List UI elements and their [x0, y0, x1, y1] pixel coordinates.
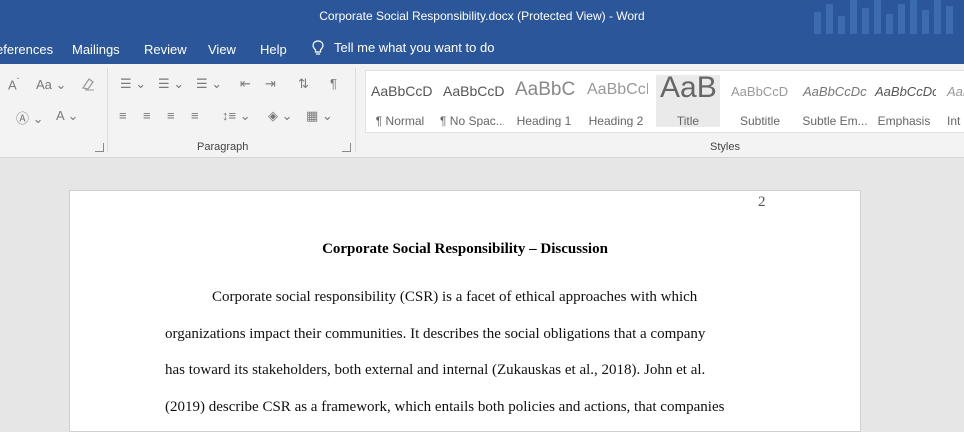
numbering-icon[interactable]: ☰ ⌄ [158, 76, 184, 92]
style-preview: AaBbCcDc [443, 83, 504, 99]
style-name: Int [947, 114, 961, 127]
styles-group-label: Styles [710, 141, 740, 153]
document-page[interactable]: 2 Corporate Social Responsibility – Disc… [69, 190, 861, 432]
style-intense-emphasis[interactable]: AaBbCcDc Int [944, 75, 964, 127]
paragraph-dialog-launcher-icon[interactable] [342, 143, 351, 152]
styles-gallery: AaBbCcDc ¶ Normal AaBbCcDc ¶ No Spac... … [365, 70, 964, 133]
tab-review[interactable]: Review [144, 42, 187, 57]
style-normal[interactable]: AaBbCcDc ¶ Normal [368, 75, 432, 127]
tab-help[interactable]: Help [260, 42, 287, 57]
style-subtitle[interactable]: AaBbCcD Subtitle [728, 75, 792, 127]
style-preview: AaBbCcDc [875, 84, 936, 99]
change-case-button[interactable]: Aa ⌄ [36, 77, 66, 93]
ribbon: Aˇ Aa ⌄ Ⓐ ⌄ A ⌄ ☰ ⌄ ☰ ⌄ ☰ ⌄ ⇤ ⇥ ⇅ ¶ ≡ ≡ … [0, 64, 964, 158]
justify-icon[interactable]: ≡ [191, 108, 199, 123]
align-center-icon[interactable]: ≡ [143, 108, 151, 123]
style-preview: AaBbCcD [587, 81, 648, 98]
change-case-label: Aa [36, 77, 52, 92]
decrease-indent-icon[interactable]: ⇤ [240, 76, 251, 92]
style-heading-1[interactable]: AaBbCc Heading 1 [512, 75, 576, 127]
style-preview: AaBbCcDc [947, 84, 964, 99]
style-name: Emphasis [877, 114, 931, 127]
tab-view[interactable]: View [208, 42, 236, 57]
style-no-spacing[interactable]: AaBbCcDc ¶ No Spac... [440, 75, 504, 127]
text-effects-icon[interactable]: Ⓐ ⌄ [16, 108, 44, 127]
style-title[interactable]: AaB Title [656, 75, 720, 127]
paragraph-line: Corporate social responsibility (CSR) is… [212, 289, 698, 305]
multilevel-list-icon[interactable]: ☰ ⌄ [196, 76, 222, 92]
page-number: 2 [758, 194, 766, 210]
paragraph-line: (2019) describe CSR as a framework, whic… [165, 399, 725, 415]
style-name: Heading 1 [516, 114, 572, 127]
style-preview: AaBbCc [515, 79, 576, 100]
ribbon-tab-bar: eferences Mailings Review View Help Tell… [0, 34, 964, 64]
title-bar: Corporate Social Responsibility.docx (Pr… [0, 0, 964, 34]
font-color-label: A [56, 108, 64, 123]
style-name: ¶ No Spac... [440, 114, 504, 127]
style-preview: AaBbCcDc [371, 83, 432, 99]
increase-indent-icon[interactable]: ⇥ [265, 76, 276, 92]
group-divider [107, 68, 108, 152]
shading-icon[interactable]: ◈ ⌄ [268, 108, 293, 124]
style-preview: AaB [660, 75, 717, 104]
borders-icon[interactable]: ▦ ⌄ [306, 108, 333, 124]
paragraph-group-label: Paragraph [197, 141, 249, 153]
paragraph-line: organizations impact their communities. … [165, 326, 706, 342]
style-preview: AaBbCcD [731, 84, 789, 99]
tell-me-search[interactable]: Tell me what you want to do [312, 39, 494, 56]
style-name: ¶ Normal [375, 114, 425, 127]
line-spacing-icon[interactable]: ↕≡ ⌄ [222, 108, 251, 124]
font-color-button[interactable]: A ⌄ [56, 108, 78, 124]
style-name: Title [676, 114, 700, 127]
style-emphasis[interactable]: AaBbCcDc Emphasis [872, 75, 936, 127]
clear-formatting-icon[interactable] [80, 76, 96, 95]
lightbulb-icon [312, 39, 324, 55]
style-name: Heading 2 [588, 114, 644, 127]
style-name: Subtitle [739, 114, 781, 127]
align-right-icon[interactable]: ≡ [167, 108, 175, 123]
align-left-icon[interactable]: ≡ [119, 108, 127, 123]
font-dialog-launcher-icon[interactable] [95, 143, 104, 152]
title-bar-pattern [814, 0, 964, 34]
tell-me-label: Tell me what you want to do [334, 40, 495, 56]
style-name: Subtle Em... [802, 114, 868, 127]
group-divider [355, 68, 356, 152]
document-heading: Corporate Social Responsibility – Discus… [322, 241, 608, 257]
tab-mailings[interactable]: Mailings [72, 42, 120, 57]
grow-font-icon[interactable]: Aˇ [8, 77, 19, 92]
style-preview: AaBbCcDc [803, 84, 867, 99]
style-subtle-emphasis[interactable]: AaBbCcDc Subtle Em... [800, 75, 870, 127]
sort-icon[interactable]: ⇅ [298, 76, 309, 92]
paragraph-line: has toward its stakeholders, both extern… [165, 362, 706, 378]
tab-references[interactable]: eferences [0, 42, 53, 57]
show-formatting-marks-icon[interactable]: ¶ [330, 76, 337, 91]
bullets-icon[interactable]: ☰ ⌄ [120, 76, 146, 92]
style-heading-2[interactable]: AaBbCcD Heading 2 [584, 75, 648, 127]
